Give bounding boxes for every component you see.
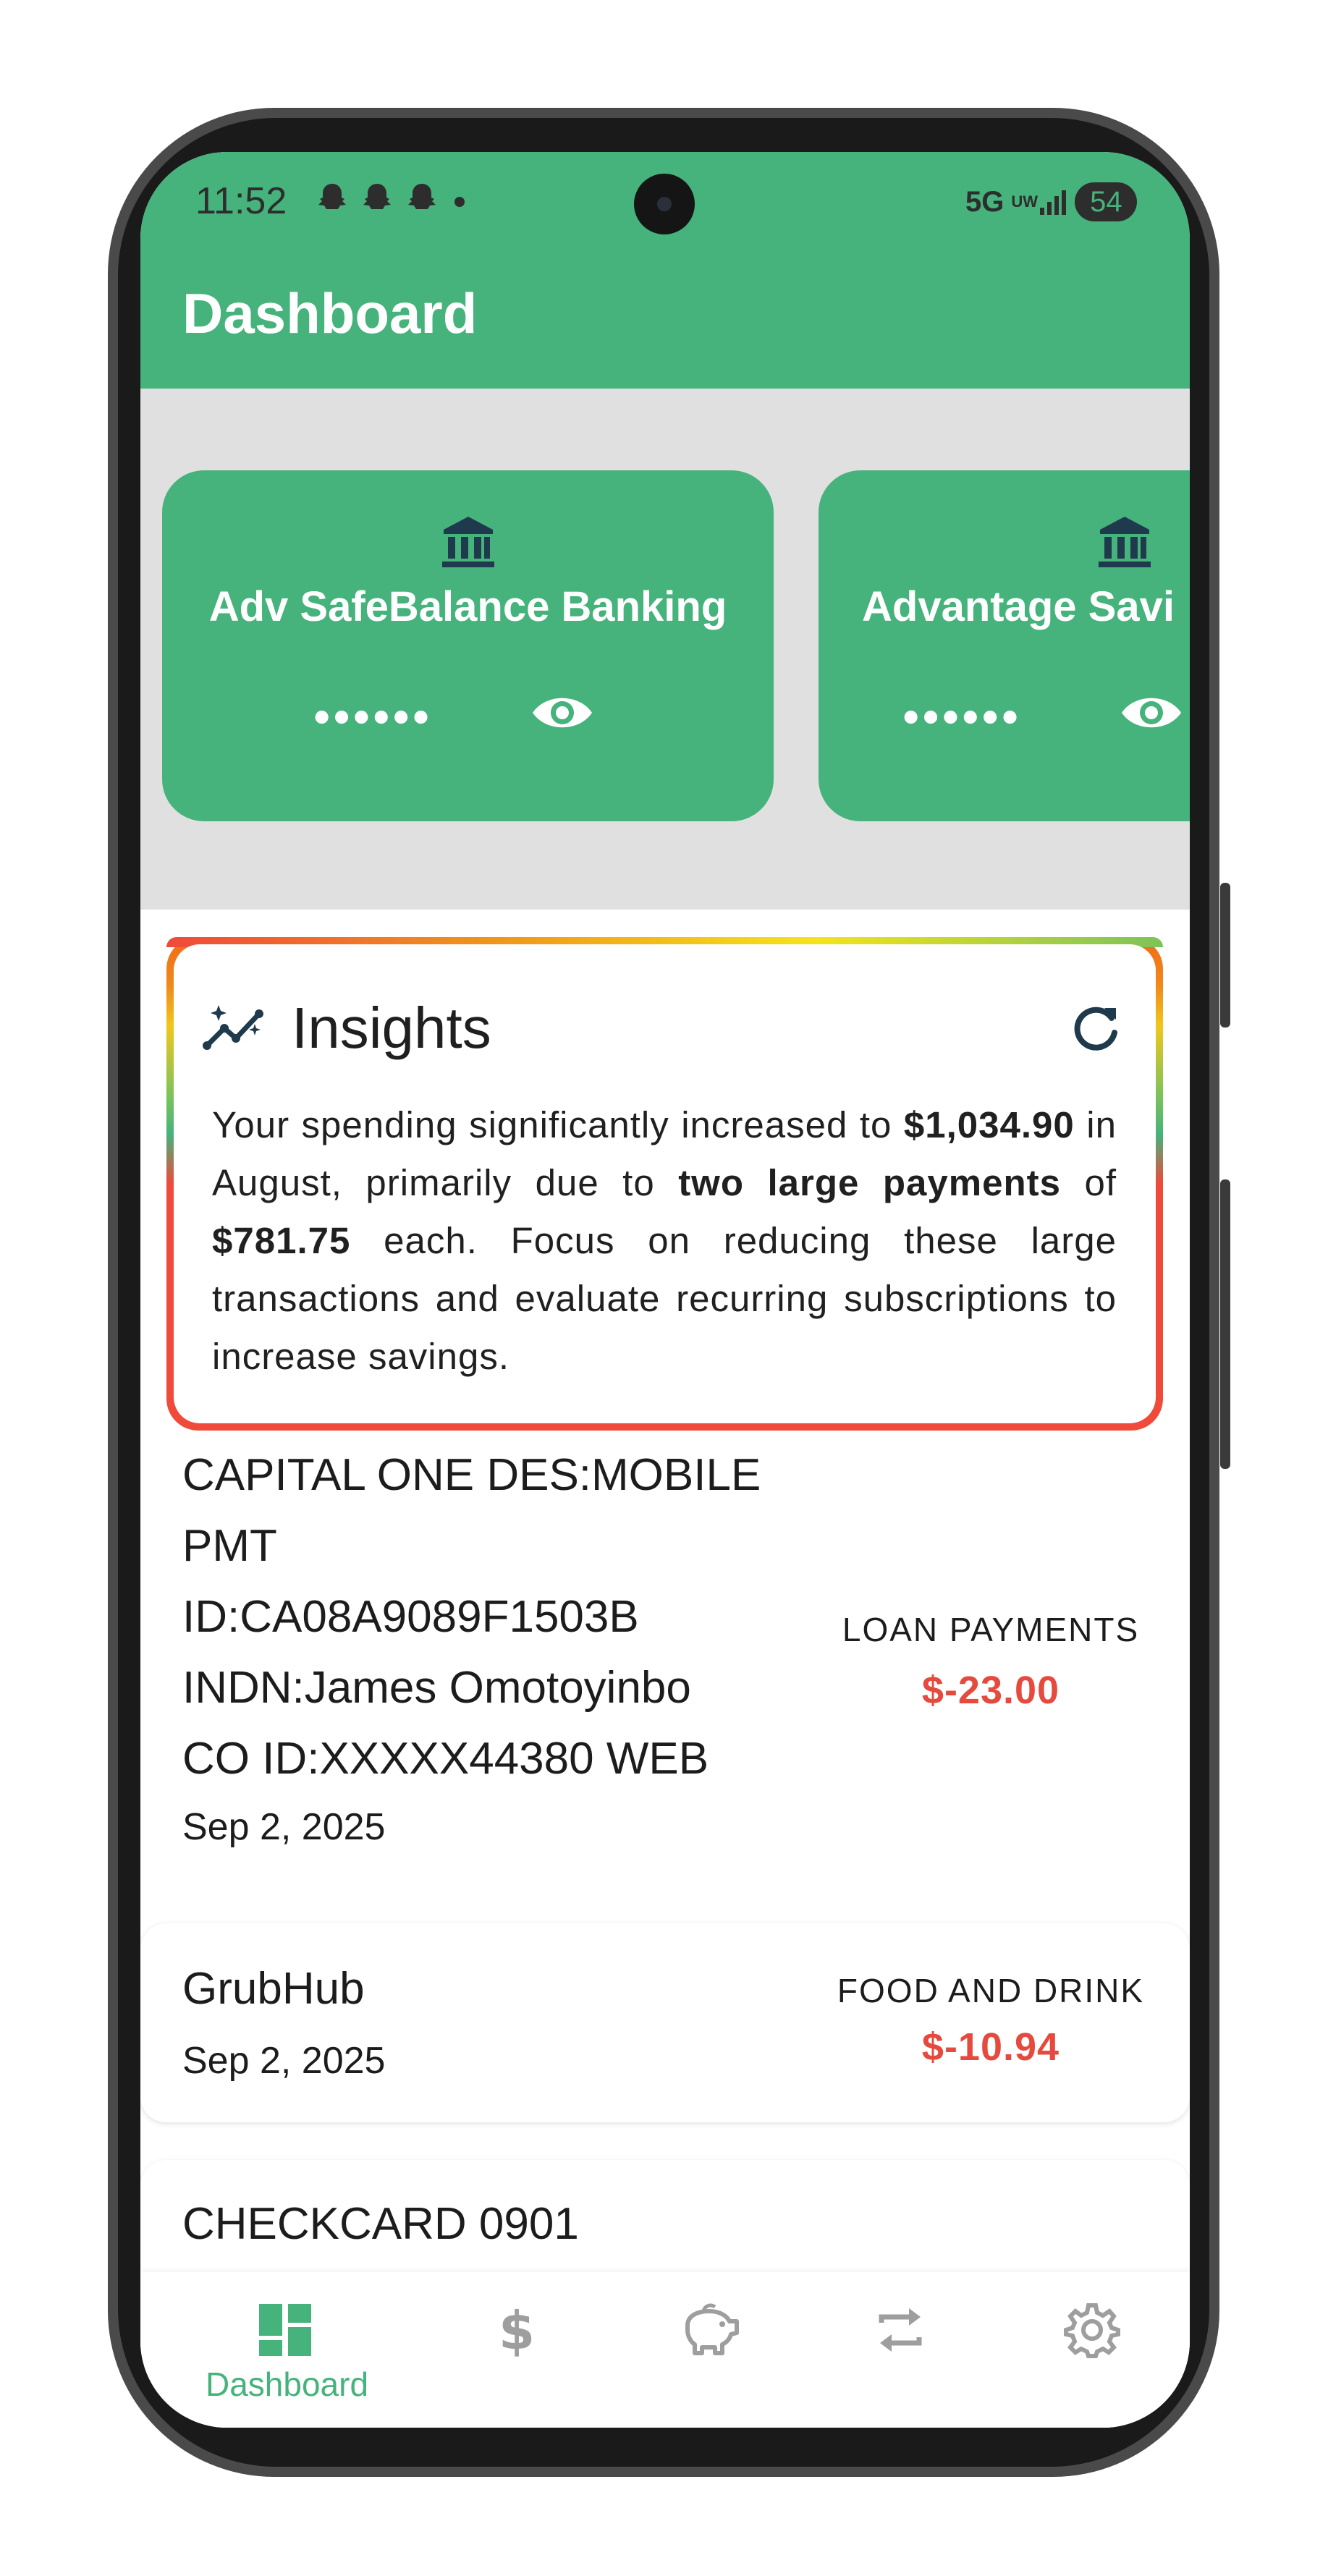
insights-content: Insights Your spending significantly inc… xyxy=(174,944,1156,1423)
account-name: Adv SafeBalance Banking xyxy=(208,583,727,630)
dashboard-icon xyxy=(259,2304,311,2356)
signal-icon xyxy=(1040,190,1067,215)
transaction-category: FOOD AND DRINK xyxy=(837,1972,1145,2009)
nav-dashboard[interactable]: Dashboard xyxy=(206,2301,369,2424)
eye-icon[interactable] xyxy=(530,687,595,738)
status-time: 11:52 xyxy=(195,180,287,222)
nav-settings[interactable] xyxy=(1020,2301,1164,2424)
notification-icons xyxy=(314,181,440,217)
transaction-date: Sep 2, 2025 xyxy=(182,2040,386,2082)
network-sub: UW xyxy=(1011,192,1039,211)
page-title: Dashboard xyxy=(182,281,478,345)
snapchat-icon xyxy=(408,184,436,209)
app-bar: 11:52 5G UW 54 Dashboard xyxy=(140,152,1190,389)
piggy-bank-icon xyxy=(685,2303,739,2355)
accounts-carousel[interactable]: Adv SafeBalance Banking ●●●●●● Advantage… xyxy=(140,389,1190,910)
power-button xyxy=(1220,1179,1230,1469)
desc-line: INDN:James Omotoyinbo xyxy=(182,1663,691,1713)
desc-line: ID:CA08A9089F1503B xyxy=(182,1592,639,1642)
status-right: 5G UW 54 xyxy=(965,182,1138,221)
desc-line: PMT xyxy=(182,1521,277,1571)
masked-balance: ●●●●●● xyxy=(902,698,1021,732)
svg-text:$: $ xyxy=(499,2301,535,2359)
eye-icon[interactable] xyxy=(1119,687,1184,738)
more-notifications-dot xyxy=(454,197,465,207)
transaction-description: GrubHub xyxy=(182,1954,365,2025)
nav-savings[interactable] xyxy=(636,2301,781,2424)
transaction-date: Sep 2, 2025 xyxy=(182,1806,386,1848)
transaction-description: CAPITAL ONE DES:MOBILE PMT ID:CA08A9089F… xyxy=(182,1440,761,1795)
gear-icon xyxy=(1064,2303,1120,2358)
refresh-icon[interactable] xyxy=(1071,1002,1122,1053)
network-type: 5G xyxy=(965,185,1005,218)
nav-transfers[interactable] xyxy=(828,2301,973,2424)
desc-line: CO ID:XXXXX44380 WEB xyxy=(182,1734,709,1784)
insights-amount-total: $1,034.90 xyxy=(903,1104,1075,1145)
nav-transactions[interactable]: $ xyxy=(444,2301,589,2424)
bank-icon xyxy=(1098,517,1151,567)
transaction-amount: $-23.00 xyxy=(921,1669,1060,1712)
insights-text: Your spending significantly increased to xyxy=(212,1104,904,1145)
insights-emphasis: two large payments xyxy=(678,1162,1061,1203)
insights-text: of xyxy=(1060,1162,1117,1203)
desc-line: GrubHub xyxy=(182,1964,365,2014)
transfer-icon xyxy=(879,2308,922,2352)
phone-screen: 11:52 5G UW 54 Dashboard Adv SafeBalance… xyxy=(140,152,1190,2428)
account-card[interactable]: Adv SafeBalance Banking ●●●●●● xyxy=(162,470,774,821)
transaction-item[interactable]: GrubHub Sep 2, 2025 FOOD AND DRINK $-10.… xyxy=(140,1923,1190,2122)
bank-icon xyxy=(441,517,494,567)
volume-button xyxy=(1220,883,1230,1028)
insights-card: Insights Your spending significantly inc… xyxy=(166,937,1163,1431)
snapchat-icon xyxy=(363,184,391,209)
account-card[interactable]: Advantage Savi ●●●●●● xyxy=(819,470,1190,821)
insights-message: Your spending significantly increased to… xyxy=(212,1096,1117,1386)
insights-title: Insights xyxy=(292,996,491,1060)
transaction-amount: $-10.94 xyxy=(921,2025,1060,2069)
trend-sparkle-icon xyxy=(203,1005,263,1050)
desc-line: CHECKCARD 0901 xyxy=(182,2199,579,2249)
nav-label: Dashboard xyxy=(206,2365,369,2403)
dollar-icon: $ xyxy=(499,2301,535,2359)
masked-balance: ●●●●●● xyxy=(313,698,432,732)
account-name: Advantage Savi xyxy=(862,583,1175,630)
transaction-category: LOAN PAYMENTS xyxy=(842,1611,1140,1648)
battery-indicator: 54 xyxy=(1075,182,1138,221)
front-camera xyxy=(634,174,695,234)
bottom-navigation: Dashboard $ xyxy=(140,2272,1190,2428)
insights-amount-each: $781.75 xyxy=(212,1220,351,1261)
desc-line: CAPITAL ONE DES:MOBILE xyxy=(182,1450,761,1500)
snapchat-icon xyxy=(318,184,346,209)
